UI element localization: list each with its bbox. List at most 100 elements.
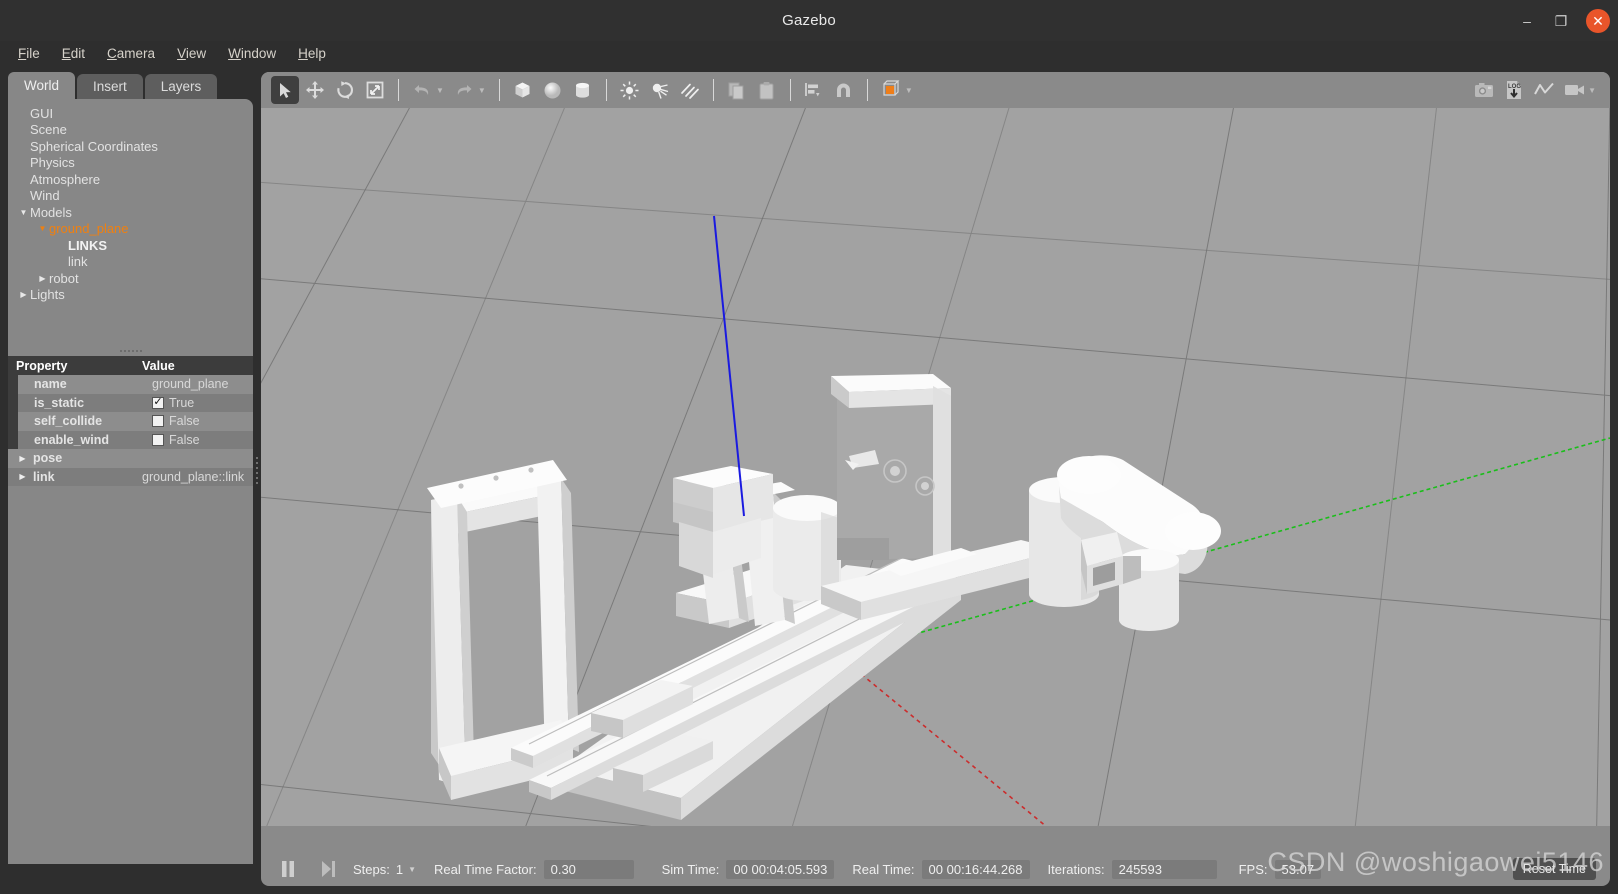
property-value-self-collide[interactable]: False [148, 414, 253, 428]
tab-world[interactable]: World [8, 72, 76, 99]
left-panel-tabs: World Insert Layers [8, 72, 253, 99]
property-value-is-static[interactable]: ✓ True [148, 396, 253, 410]
menu-view-label: iew [185, 45, 207, 61]
video-record-button[interactable] [1560, 76, 1588, 104]
insert-box-button[interactable] [509, 76, 537, 104]
window-controls: – ❐ ✕ [1518, 0, 1610, 41]
menu-camera[interactable]: Camera [99, 44, 163, 63]
table-row[interactable]: enable_wind False [8, 430, 253, 449]
tree-label: Scene [30, 122, 67, 138]
checkbox-enable-wind[interactable] [152, 433, 164, 446]
view-angle-dropdown-caret[interactable]: ▼ [905, 86, 913, 95]
undo-button[interactable] [408, 76, 436, 104]
chevron-right-icon[interactable]: ▶ [16, 454, 29, 463]
point-light-button[interactable] [616, 76, 644, 104]
menu-edit[interactable]: Edit [54, 44, 93, 63]
world-panel: GUI Scene Spherical Coordinates Physics … [8, 99, 253, 864]
translate-mode-button[interactable] [301, 76, 329, 104]
property-value-link: ground_plane::link [142, 469, 245, 484]
screenshot-button[interactable] [1470, 76, 1498, 104]
tab-insert[interactable]: Insert [77, 74, 143, 99]
directional-light-button[interactable] [676, 76, 704, 104]
property-name-is-static: is_static [34, 395, 85, 410]
plot-button[interactable] [1530, 76, 1558, 104]
checkbox-is-static[interactable]: ✓ [152, 396, 164, 409]
chevron-down-icon[interactable]: ▼ [36, 224, 49, 233]
fps-value: 53.07 [1274, 859, 1322, 879]
checkbox-self-collide[interactable] [152, 415, 164, 428]
redo-dropdown-caret[interactable]: ▼ [478, 86, 486, 95]
scale-mode-button[interactable] [361, 76, 389, 104]
steps-dropdown-caret[interactable]: ▼ [408, 865, 416, 874]
tree-item-wind[interactable]: Wind [8, 188, 253, 205]
tree-item-atmosphere[interactable]: Atmosphere [8, 171, 253, 188]
steps-value[interactable]: 1 [396, 862, 403, 877]
column-header-value: Value [142, 358, 175, 373]
chevron-right-icon[interactable]: ▶ [36, 274, 49, 283]
undo-dropdown-caret[interactable]: ▼ [436, 86, 444, 95]
redo-button[interactable] [450, 76, 478, 104]
tree-item-ground-plane[interactable]: ▼ ground_plane [8, 221, 253, 238]
table-row[interactable]: ▶ link ground_plane::link [8, 467, 253, 486]
insert-cylinder-button[interactable] [569, 76, 597, 104]
menu-view[interactable]: View [169, 44, 214, 63]
iterations-label: Iterations: [1047, 861, 1105, 877]
insert-sphere-button[interactable] [539, 76, 567, 104]
tree-label: Wind [30, 188, 60, 204]
menu-window[interactable]: Window [220, 44, 284, 63]
video-dropdown-caret[interactable]: ▼ [1588, 86, 1596, 95]
gazebo-window: Gazebo – ❐ ✕ File Edit Camera View Windo… [0, 0, 1618, 894]
view-angle-button[interactable] [877, 76, 905, 104]
status-bar-content: Steps: 1 ▼ Real Time Factor: 0.30 Sim Ti… [275, 854, 1596, 884]
tree-item-physics[interactable]: Physics [8, 155, 253, 172]
property-value-name: ground_plane [152, 377, 229, 392]
chevron-right-icon[interactable]: ▶ [17, 290, 30, 299]
menu-edit-label: dit [70, 45, 86, 61]
table-row[interactable]: self_collide False [8, 412, 253, 431]
status-bar: Steps: 1 ▼ Real Time Factor: 0.30 Sim Ti… [261, 826, 1610, 886]
select-mode-button[interactable] [271, 76, 299, 104]
chevron-down-icon[interactable]: ▼ [17, 208, 30, 217]
steps-label: Steps: [353, 861, 390, 877]
row-gutter [8, 430, 18, 449]
real-time-factor-value: 0.30 [543, 859, 634, 879]
dock-splitter[interactable] [253, 450, 260, 490]
property-value-label: False [169, 432, 200, 447]
rotate-mode-button[interactable] [331, 76, 359, 104]
table-row[interactable]: ▶ pose [8, 449, 253, 468]
tree-label: Physics [30, 155, 75, 171]
panel-splitter-handle[interactable] [8, 345, 253, 356]
table-row[interactable]: is_static ✓ True [8, 393, 253, 412]
close-button[interactable]: ✕ [1586, 8, 1610, 33]
tree-item-robot[interactable]: ▶ robot [8, 270, 253, 287]
table-row[interactable]: name ground_plane [8, 375, 253, 394]
tree-label: Atmosphere [30, 171, 101, 187]
tree-item-lights[interactable]: ▶ Lights [8, 287, 253, 304]
log-record-button[interactable]: LOG [1500, 76, 1528, 104]
pause-button[interactable] [275, 857, 301, 881]
3d-viewport[interactable] [261, 108, 1610, 864]
maximize-button[interactable]: ❐ [1552, 14, 1570, 28]
tab-layers[interactable]: Layers [144, 74, 218, 99]
window-title: Gazebo [782, 12, 836, 29]
real-time-label: Real Time: [852, 861, 915, 877]
tree-item-gui[interactable]: GUI [8, 105, 253, 122]
chevron-right-icon[interactable]: ▶ [16, 472, 29, 481]
tree-label: LINKS [68, 237, 107, 253]
step-button[interactable] [315, 857, 341, 881]
spot-light-button[interactable] [646, 76, 674, 104]
minimize-button[interactable]: – [1518, 14, 1536, 28]
property-value-enable-wind[interactable]: False [148, 433, 253, 447]
paste-button[interactable] [753, 76, 781, 104]
snap-magnet-button[interactable] [830, 76, 858, 104]
menu-file[interactable]: File [10, 44, 48, 63]
align-button[interactable] [800, 76, 828, 104]
menu-help[interactable]: Help [290, 44, 334, 63]
reset-time-button[interactable]: Reset Time [1512, 858, 1596, 880]
tree-item-models[interactable]: ▼ Models [8, 204, 253, 221]
tree-item-scene[interactable]: Scene [8, 122, 253, 139]
tree-item-spherical-coordinates[interactable]: Spherical Coordinates [8, 138, 253, 155]
copy-button[interactable] [723, 76, 751, 104]
tree-item-link[interactable]: link [8, 254, 253, 271]
real-time-factor-label: Real Time Factor: [434, 861, 537, 877]
